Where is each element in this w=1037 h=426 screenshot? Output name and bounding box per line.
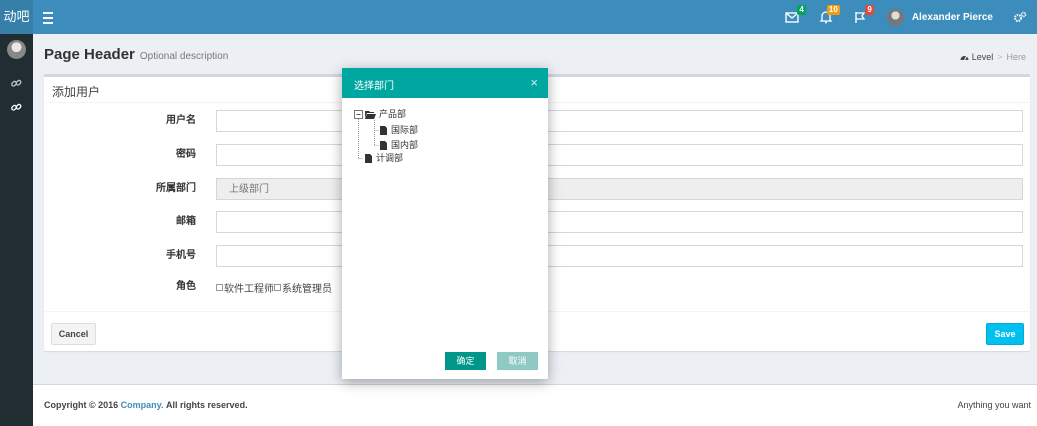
confirm-button[interactable]: 确定 — [445, 352, 486, 370]
role-label-engineer: 软件工程师 — [224, 284, 274, 295]
password-input[interactable] — [216, 144, 1023, 166]
main-header: 动吧 4 10 9 Alexander Pierce — [0, 0, 1037, 34]
sidebar-toggle-button[interactable] — [40, 9, 56, 25]
page-description: Optional description — [139, 51, 229, 62]
department-label: 所属部门 — [156, 183, 196, 194]
file-icon — [380, 141, 387, 150]
messages-menu[interactable]: 4 — [775, 0, 809, 34]
hamburger-icon — [43, 12, 53, 14]
copyright: Copyright © 2016 Company. All rights res… — [44, 400, 248, 410]
roles-group: 软件工程师 系统管理员 — [216, 280, 332, 295]
brand-logo[interactable]: 动吧 — [0, 0, 33, 34]
sidebar-item-link-1[interactable] — [0, 72, 33, 94]
breadcrumb: Level > Here — [960, 52, 1026, 62]
messages-badge: 4 — [797, 5, 806, 15]
file-icon — [365, 154, 372, 163]
user-avatar — [886, 8, 904, 26]
main-sidebar — [0, 34, 33, 426]
phone-input[interactable] — [216, 245, 1023, 267]
dashboard-icon — [960, 56, 969, 61]
user-menu[interactable]: Alexander Pierce — [877, 0, 1003, 34]
breadcrumb-level[interactable]: Level — [972, 52, 994, 62]
password-label: 密码 — [176, 149, 196, 160]
main-footer: Copyright © 2016 Company. All rights res… — [33, 384, 1037, 426]
department-modal: 选择部门 × 产品部 国际部 国内部 计调部 确定 取消 — [342, 68, 548, 379]
tasks-menu[interactable]: 9 — [843, 0, 877, 34]
footer-right-text: Anything you want — [957, 400, 1031, 410]
page-title: Page Header Optional description — [44, 46, 229, 63]
modal-cancel-button[interactable]: 取消 — [497, 352, 538, 370]
tree-node-domestic[interactable]: 国内部 — [391, 140, 418, 151]
tree-node-planning[interactable]: 计调部 — [376, 153, 403, 164]
folder-open-icon — [365, 111, 376, 119]
sidebar-user-avatar — [7, 40, 26, 59]
sidebar-item-link-2[interactable] — [0, 96, 33, 118]
role-checkbox-engineer[interactable] — [216, 284, 223, 291]
file-icon — [380, 126, 387, 135]
link-icon — [11, 79, 22, 87]
link-icon — [11, 103, 22, 111]
role-checkbox-admin[interactable] — [274, 284, 281, 291]
navbar-right: 4 10 9 Alexander Pierce — [775, 0, 1037, 34]
tree-node-product[interactable]: 产品部 — [379, 109, 406, 120]
tree-node-international[interactable]: 国际部 — [391, 125, 418, 136]
tasks-badge: 9 — [865, 5, 874, 15]
save-button[interactable]: Save — [986, 323, 1024, 345]
roles-label: 角色 — [176, 281, 196, 292]
box-title: 添加用户 — [52, 85, 101, 99]
email-input[interactable] — [216, 211, 1023, 233]
notifications-badge: 10 — [826, 5, 840, 15]
department-input[interactable] — [216, 178, 1023, 200]
department-tree: 产品部 国际部 国内部 计调部 — [342, 68, 548, 379]
username-input[interactable] — [216, 110, 1023, 132]
username-label: 用户名 — [166, 115, 196, 126]
company-link[interactable]: Company. — [121, 400, 164, 410]
cancel-button[interactable]: Cancel — [51, 323, 96, 345]
email-label: 邮箱 — [176, 216, 196, 227]
role-label-admin: 系统管理员 — [282, 284, 332, 295]
phone-label: 手机号 — [166, 250, 196, 261]
control-sidebar-toggle[interactable] — [1003, 0, 1037, 34]
gears-icon — [1014, 11, 1027, 22]
user-name: Alexander Pierce — [911, 11, 993, 23]
breadcrumb-here: Here — [1006, 52, 1026, 62]
notifications-menu[interactable]: 10 — [809, 0, 843, 34]
